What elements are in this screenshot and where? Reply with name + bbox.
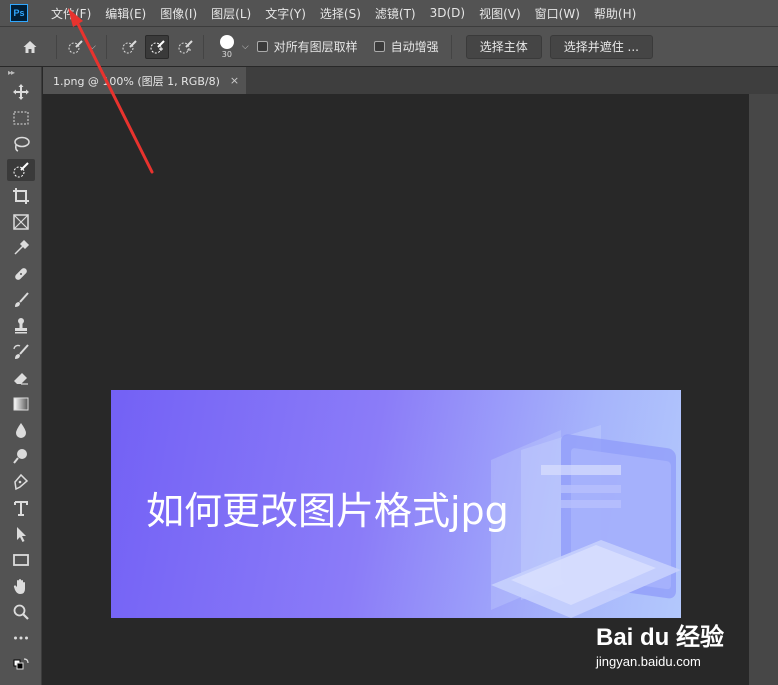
path-selection-tool[interactable] — [0, 521, 42, 547]
options-divider — [450, 34, 452, 59]
lasso-tool[interactable] — [0, 131, 42, 157]
pen-icon — [14, 473, 29, 491]
brush-icon — [15, 292, 29, 307]
brush-preview-icon — [219, 34, 234, 49]
frame-icon — [13, 214, 29, 230]
eraser-tool[interactable] — [0, 365, 42, 391]
sample-all-layers-label: 对所有图层取样 — [273, 40, 358, 54]
menu-image[interactable]: 图像(I) — [153, 0, 204, 26]
quick-selection-tool[interactable] — [0, 157, 42, 183]
ellipsis-icon — [14, 636, 28, 640]
image-title-text: 如何更改图片格式jpg — [146, 489, 509, 533]
crop-icon — [13, 188, 29, 204]
hand-icon — [13, 579, 25, 594]
more-tools[interactable] — [0, 625, 42, 651]
document-tab-title: 1.png @ 100% (图层 1, RGB/8) — [53, 74, 220, 88]
home-icon[interactable] — [18, 35, 42, 59]
baidu-watermark: Bai du 经验 jingyan.baidu.com — [596, 617, 746, 679]
menu-bar: Ps 文件(F) 编辑(E) 图像(I) 图层(L) 文字(Y) 选择(S) 滤… — [0, 0, 778, 26]
watermark-url: jingyan.baidu.com — [596, 654, 701, 669]
tool-preset-icon[interactable] — [63, 35, 87, 59]
menu-select[interactable]: 选择(S) — [313, 0, 368, 26]
tools-panel: ▸▸ — [0, 67, 42, 685]
menu-filter[interactable]: 滤镜(T) — [368, 0, 423, 26]
stamp-icon — [15, 318, 27, 334]
panel-dock-strip — [749, 94, 778, 685]
menu-window[interactable]: 窗口(W) — [528, 0, 587, 26]
swap-colors-icon — [13, 658, 29, 670]
menu-3d[interactable]: 3D(D) — [423, 0, 472, 26]
gradient-tool[interactable] — [0, 391, 42, 417]
quick-selection-icon — [13, 162, 29, 178]
auto-enhance-checkbox[interactable]: 自动增强 — [373, 38, 439, 55]
arrow-cursor-icon — [17, 527, 26, 542]
history-brush-tool[interactable] — [0, 339, 42, 365]
history-brush-icon — [13, 344, 29, 359]
subtract-from-selection-brush-icon[interactable] — [173, 35, 197, 59]
blur-tool[interactable] — [0, 417, 42, 443]
bandage-icon — [15, 268, 27, 280]
add-to-selection-brush-icon[interactable] — [144, 34, 169, 59]
eyedropper-icon — [14, 239, 30, 255]
document-image[interactable]: 如何更改图片格式jpg — [111, 390, 681, 618]
pen-tool[interactable] — [0, 469, 42, 495]
zoom-tool[interactable] — [0, 599, 42, 625]
brush-size-picker[interactable]: 30 — [214, 34, 240, 59]
magnifier-icon — [13, 604, 29, 620]
menu-edit[interactable]: 编辑(E) — [98, 0, 153, 26]
chevron-down-icon[interactable]: ⌵ — [89, 42, 96, 52]
drop-icon — [16, 423, 26, 438]
eraser-icon — [14, 373, 28, 385]
marquee-icon — [13, 111, 29, 125]
gradient-icon — [13, 397, 29, 411]
crop-tool[interactable] — [0, 183, 42, 209]
move-tool[interactable] — [0, 79, 42, 105]
eyedropper-tool[interactable] — [0, 235, 42, 261]
dodge-icon — [13, 449, 27, 464]
move-icon — [13, 84, 29, 100]
checkbox-icon[interactable] — [256, 41, 268, 52]
rectangle-tool[interactable] — [0, 547, 42, 573]
brush-tool[interactable] — [0, 287, 42, 313]
select-subject-button[interactable]: 选择主体 — [465, 34, 542, 59]
dodge-tool[interactable] — [0, 443, 42, 469]
frame-tool[interactable] — [0, 209, 42, 235]
clone-stamp-tool[interactable] — [0, 313, 42, 339]
options-bar: ⌵ 30 ⌵ 对所有图层取样 自动增强 选择主体 选择并遮住 ... — [0, 26, 778, 66]
photoshop-logo: Ps — [10, 4, 28, 22]
document-tab[interactable]: 1.png @ 100% (图层 1, RGB/8) × — [43, 67, 246, 94]
marquee-tool[interactable] — [0, 105, 42, 131]
options-divider — [105, 34, 107, 59]
select-and-mask-button[interactable]: 选择并遮住 ... — [549, 34, 653, 59]
menu-help[interactable]: 帮助(H) — [587, 0, 643, 26]
rectangle-icon — [13, 554, 29, 566]
type-icon — [14, 501, 28, 516]
menu-file[interactable]: 文件(F) — [44, 0, 98, 26]
menu-layer[interactable]: 图层(L) — [204, 0, 258, 26]
lasso-icon — [14, 136, 30, 152]
close-icon[interactable]: × — [230, 74, 239, 87]
document-tab-bar: 1.png @ 100% (图层 1, RGB/8) × — [43, 67, 778, 94]
auto-enhance-label: 自动增强 — [390, 40, 439, 54]
healing-brush-tool[interactable] — [0, 261, 42, 287]
options-divider — [56, 34, 57, 59]
chevron-down-icon[interactable]: ⌵ — [242, 42, 249, 52]
baidu-logo: Bai du 经验 — [596, 624, 725, 651]
options-divider — [202, 34, 204, 59]
color-swatches[interactable] — [0, 651, 42, 677]
new-selection-brush-icon[interactable] — [117, 35, 141, 59]
menu-view[interactable]: 视图(V) — [472, 0, 528, 26]
panel-collapse-icon[interactable]: ▸▸ — [0, 67, 41, 79]
checkbox-icon[interactable] — [373, 41, 385, 52]
photoshop-window: Ps 文件(F) 编辑(E) 图像(I) 图层(L) 文字(Y) 选择(S) 滤… — [0, 0, 778, 685]
brush-size-value: 30 — [221, 49, 232, 59]
menu-type[interactable]: 文字(Y) — [258, 0, 313, 26]
type-tool[interactable] — [0, 495, 42, 521]
laptop-illustration — [491, 425, 681, 618]
sample-all-layers-checkbox[interactable]: 对所有图层取样 — [256, 38, 358, 55]
hand-tool[interactable] — [0, 573, 42, 599]
